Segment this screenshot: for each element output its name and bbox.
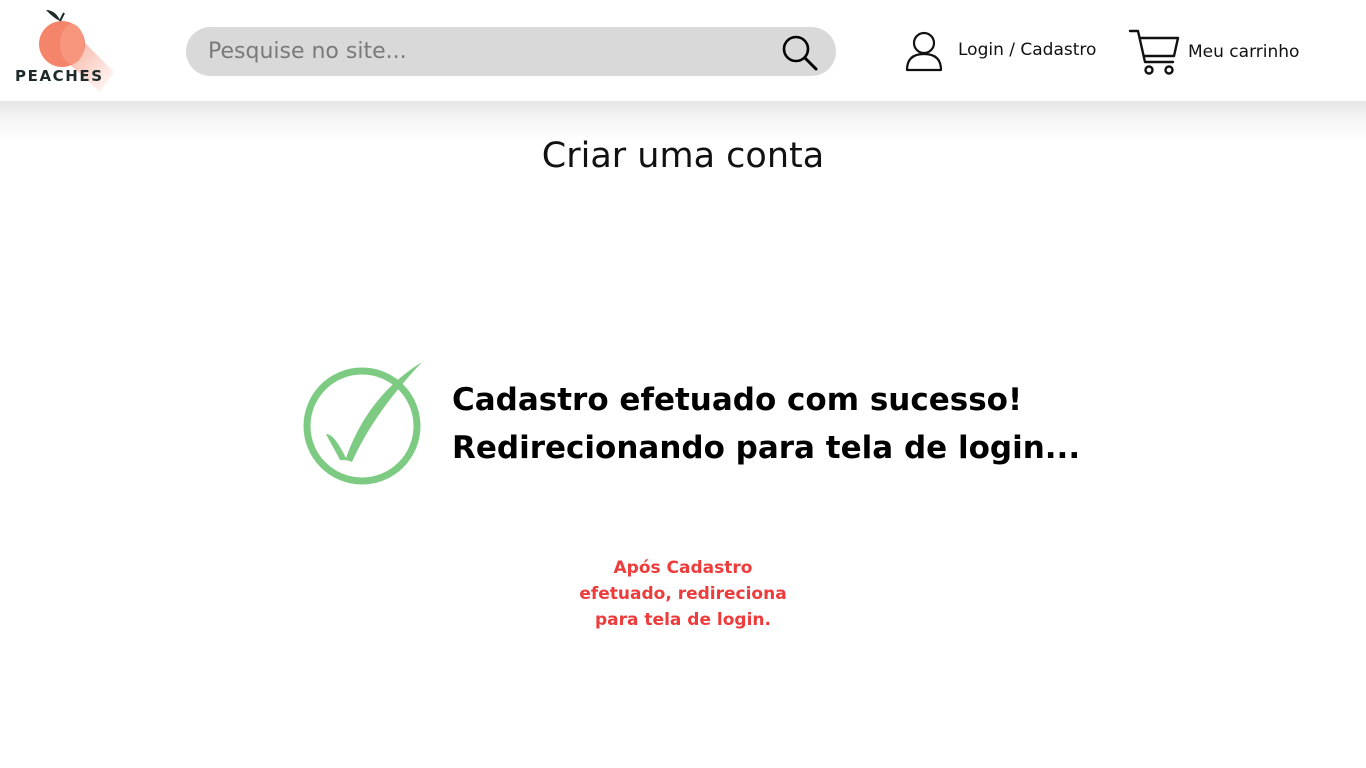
search-icon[interactable]	[780, 34, 820, 72]
cart-icon	[1128, 29, 1180, 75]
success-line-2: Redirecionando para tela de login...	[452, 430, 1081, 466]
login-label: Login / Cadastro	[958, 40, 1097, 60]
check-circle-icon	[303, 362, 422, 485]
search-input[interactable]	[208, 27, 768, 76]
note-line-1: Após Cadastro	[613, 558, 753, 578]
note-line-2: efetuado, redireciona	[579, 584, 787, 604]
success-message: Cadastro efetuado com sucesso! Redirecio…	[452, 376, 1080, 472]
header-shadow	[0, 101, 1366, 141]
peaches-logo[interactable]: PEACHES	[10, 4, 122, 96]
annotation-note: Após Cadastro efetuado, redireciona para…	[483, 555, 883, 633]
logo-text: PEACHES	[15, 67, 104, 85]
cart-label: Meu carrinho	[1188, 42, 1300, 62]
site-header: PEACHES Login / Cadastro Meu carrinho	[0, 0, 1366, 101]
search-bar	[186, 27, 836, 76]
note-line-3: para tela de login.	[595, 610, 771, 630]
page-title: Criar uma conta	[541, 136, 825, 176]
user-icon	[905, 31, 943, 72]
success-line-1: Cadastro efetuado com sucesso!	[452, 382, 1023, 418]
